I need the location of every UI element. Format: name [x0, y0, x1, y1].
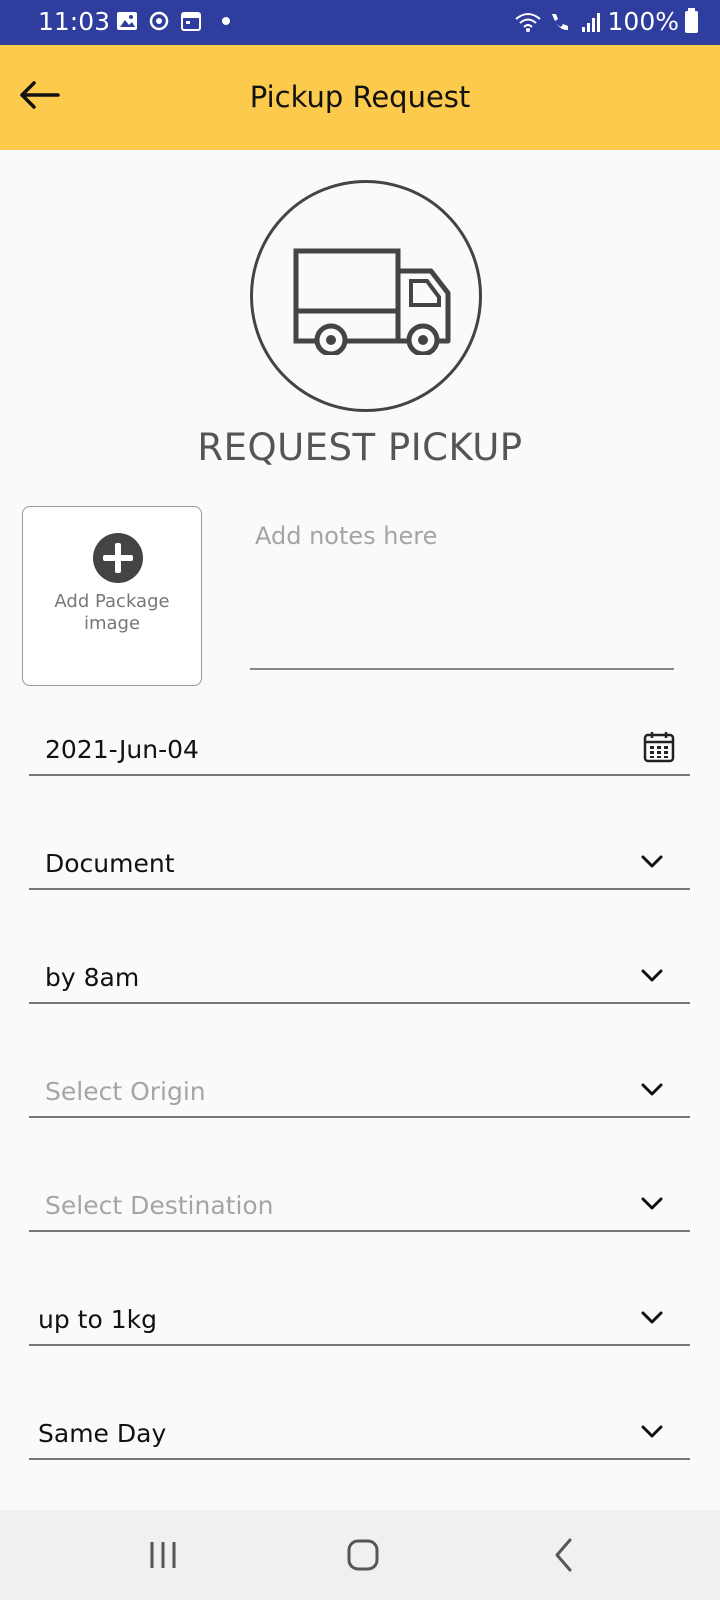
more-notifications-dot	[222, 17, 230, 25]
chevron-down-icon	[641, 855, 663, 868]
wifi-icon	[514, 12, 541, 32]
chevron-down-icon	[641, 1083, 663, 1096]
status-bar: 11:03 100%	[0, 0, 720, 45]
origin-select[interactable]: Select Origin	[29, 1058, 690, 1118]
battery-icon	[685, 7, 698, 33]
truck-icon	[293, 248, 451, 355]
page-title: Pickup Request	[249, 80, 471, 114]
chevron-down-icon	[641, 1425, 663, 1438]
status-time: 11:03	[38, 7, 111, 36]
chevron-down-icon	[641, 1197, 663, 1210]
truck-badge	[250, 180, 482, 412]
service-value: Same Day	[38, 1419, 167, 1448]
signal-icon	[581, 12, 600, 32]
pickup-time-select[interactable]: by 8am	[29, 944, 690, 1004]
section-heading: REQUEST PICKUP	[197, 426, 523, 469]
gallery-icon	[117, 12, 137, 30]
date-field[interactable]: 2021-Jun-04	[29, 716, 690, 776]
wifi-call-icon	[551, 13, 568, 30]
status-right-group: 100%	[514, 7, 698, 36]
home-icon[interactable]	[338, 1532, 388, 1578]
status-notification-icons	[116, 10, 230, 32]
notes-input[interactable]	[250, 516, 674, 670]
destination-placeholder: Select Destination	[45, 1191, 274, 1220]
service-select[interactable]: Same Day	[29, 1400, 690, 1460]
battery-percent: 100%	[607, 7, 679, 36]
add-package-label: Add Package image	[54, 591, 170, 634]
app-bar: Pickup Request	[0, 45, 720, 150]
weight-select[interactable]: up to 1kg	[29, 1286, 690, 1346]
calendar-icon	[181, 12, 201, 31]
sync-icon	[149, 11, 169, 31]
weight-value: up to 1kg	[38, 1305, 157, 1334]
destination-select[interactable]: Select Destination	[29, 1172, 690, 1232]
system-nav-bar	[0, 1510, 720, 1600]
item-type-value: Document	[45, 849, 175, 878]
pickup-time-value: by 8am	[45, 963, 140, 992]
recent-apps-icon[interactable]	[138, 1532, 188, 1578]
item-type-select[interactable]: Document	[29, 830, 690, 890]
add-package-image-button[interactable]: Add Package image	[22, 506, 202, 686]
chevron-down-icon	[641, 1311, 663, 1324]
calendar-icon[interactable]	[642, 730, 676, 764]
date-value: 2021-Jun-04	[45, 735, 199, 764]
origin-placeholder: Select Origin	[45, 1077, 206, 1106]
chevron-down-icon	[641, 969, 663, 982]
back-nav-icon[interactable]	[540, 1532, 590, 1578]
add-circle-icon	[93, 533, 143, 583]
